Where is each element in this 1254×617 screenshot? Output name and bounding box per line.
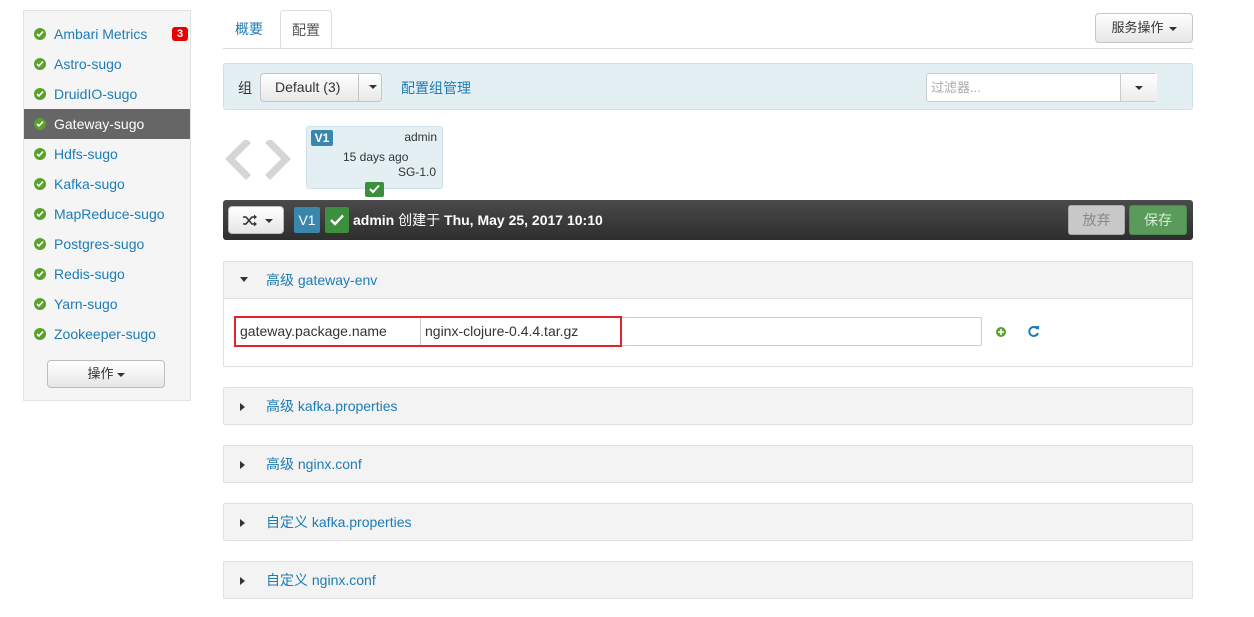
service-name: Yarn-sugo — [54, 296, 118, 312]
service-name: Ambari Metrics — [54, 26, 148, 42]
caret-right-icon — [240, 519, 245, 527]
compare-button[interactable] — [228, 206, 284, 234]
alert-count-badge[interactable]: 3 — [172, 27, 188, 41]
shuffle-icon — [243, 214, 257, 227]
save-button[interactable]: 保存 — [1129, 205, 1187, 235]
status-ok-icon — [34, 148, 46, 160]
section-header[interactable]: 高级 gateway-env — [224, 262, 1192, 299]
section-header[interactable]: 高级 kafka.properties — [224, 388, 1192, 424]
caret-right-icon — [240, 461, 245, 469]
current-version-badge: V1 — [294, 207, 320, 233]
service-item-yarn-sugo[interactable]: Yarn-sugo — [24, 289, 190, 319]
highlight-box — [234, 316, 622, 347]
service-item-kafka-sugo[interactable]: Kafka-sugo — [24, 169, 190, 199]
version-info: admin 创建于 Thu, May 25, 2017 10:10 — [353, 200, 603, 240]
service-item-astro-sugo[interactable]: Astro-sugo — [24, 49, 190, 79]
discard-button[interactable]: 放弃 — [1068, 205, 1125, 235]
service-item-postgres-sugo[interactable]: Postgres-sugo — [24, 229, 190, 259]
caret-down-icon — [116, 372, 125, 377]
group-label: 组 — [238, 80, 252, 96]
filter-placeholder: 过滤器... — [931, 80, 981, 95]
version-card[interactable]: V1 admin 15 days ago SG-1.0 — [306, 126, 443, 197]
service-item-druidio-sugo[interactable]: DruidIO-sugo — [24, 79, 190, 109]
status-ok-icon — [34, 178, 46, 190]
service-sidebar: Ambari Metrics 3 Astro-sugo DruidIO-sugo… — [23, 10, 191, 401]
version-nav — [222, 138, 294, 183]
actions-dropdown-button[interactable]: 操作 — [47, 360, 165, 388]
version-bar: V1 admin 创建于 Thu, May 25, 2017 10:10 放弃 … — [223, 200, 1193, 240]
status-ok-icon — [34, 58, 46, 70]
version-time: 15 days ago — [343, 150, 409, 164]
service-name: Postgres-sugo — [54, 236, 145, 252]
caret-right-icon — [240, 403, 245, 411]
add-property-icon[interactable] — [996, 327, 1006, 337]
caret-down-icon[interactable] — [369, 85, 377, 89]
config-section-custom-nginx-conf: 自定义 nginx.conf — [223, 561, 1193, 599]
service-name: Hdfs-sugo — [54, 146, 118, 162]
version-date: Thu, May 25, 2017 10:10 — [444, 212, 603, 228]
service-name: Zookeeper-sugo — [54, 326, 156, 342]
config-group-value: Default (3) — [275, 79, 341, 95]
actions-label: 操作 — [87, 366, 114, 381]
status-ok-icon — [34, 268, 46, 280]
service-name: Gateway-sugo — [54, 116, 145, 132]
service-name: MapReduce-sugo — [54, 206, 165, 222]
service-item-hdfs-sugo[interactable]: Hdfs-sugo — [24, 139, 190, 169]
service-actions-button[interactable]: 服务操作 — [1095, 13, 1193, 43]
service-item-mapreduce-sugo[interactable]: MapReduce-sugo — [24, 199, 190, 229]
status-ok-icon — [34, 208, 46, 220]
status-ok-icon — [34, 28, 46, 40]
version-author: admin — [404, 130, 437, 144]
status-ok-icon — [34, 118, 46, 130]
service-item-gateway-sugo[interactable]: Gateway-sugo — [24, 109, 190, 139]
section-title: 高级 kafka.properties — [266, 398, 398, 414]
caret-right-icon — [240, 577, 245, 585]
config-section-custom-kafka-properties: 自定义 kafka.properties — [223, 503, 1193, 541]
service-name: Redis-sugo — [54, 266, 125, 282]
divider — [358, 74, 359, 101]
current-version-check-icon — [325, 207, 349, 233]
config-group-select[interactable]: Default (3) — [260, 73, 382, 102]
status-ok-icon — [34, 88, 46, 100]
section-header[interactable]: 自定义 kafka.properties — [224, 504, 1192, 540]
section-title: 高级 nginx.conf — [266, 456, 362, 472]
manage-config-groups-link[interactable]: 配置组管理 — [401, 78, 471, 98]
service-item-zookeeper-sugo[interactable]: Zookeeper-sugo — [24, 319, 190, 349]
section-title: 自定义 nginx.conf — [266, 572, 376, 588]
service-item-redis-sugo[interactable]: Redis-sugo — [24, 259, 190, 289]
section-title: 高级 gateway-env — [266, 272, 378, 288]
caret-down-icon — [1168, 26, 1177, 31]
service-item-ambari-metrics[interactable]: Ambari Metrics 3 — [24, 19, 190, 49]
config-section-kafka-properties: 高级 kafka.properties — [223, 387, 1193, 425]
tab-bar: 概要 配置 — [223, 10, 1193, 49]
filter-dropdown-button[interactable] — [1120, 74, 1157, 101]
service-name: DruidIO-sugo — [54, 86, 138, 102]
refresh-icon[interactable] — [1027, 325, 1040, 338]
created-label: 创建于 — [398, 212, 441, 228]
current-version-check-icon — [365, 182, 384, 197]
service-actions-label: 服务操作 — [1111, 20, 1164, 35]
caret-down-icon — [1135, 86, 1143, 90]
status-ok-icon — [34, 328, 46, 340]
service-name: Astro-sugo — [54, 56, 122, 72]
prev-version-icon[interactable] — [225, 138, 251, 180]
filter-input[interactable]: 过滤器... — [926, 73, 1157, 102]
config-section-gateway-env: 高级 gateway-env gateway.package.name ngin… — [223, 261, 1193, 367]
version-stack: SG-1.0 — [397, 165, 436, 179]
status-ok-icon — [34, 298, 46, 310]
version-badge: V1 — [311, 130, 333, 146]
tab-summary[interactable]: 概要 — [235, 10, 263, 48]
next-version-icon[interactable] — [265, 138, 291, 180]
config-section-nginx-conf: 高级 nginx.conf — [223, 445, 1193, 483]
section-header[interactable]: 高级 nginx.conf — [224, 446, 1192, 482]
section-title: 自定义 kafka.properties — [266, 514, 412, 530]
tab-configs[interactable]: 配置 — [280, 10, 332, 48]
section-header[interactable]: 自定义 nginx.conf — [224, 562, 1192, 598]
service-name: Kafka-sugo — [54, 176, 125, 192]
config-group-bar: 组 Default (3) 配置组管理 过滤器... — [223, 63, 1193, 110]
caret-down-icon — [265, 219, 273, 223]
caret-down-icon — [240, 277, 248, 282]
status-ok-icon — [34, 238, 46, 250]
version-bar-author: admin — [353, 212, 395, 228]
